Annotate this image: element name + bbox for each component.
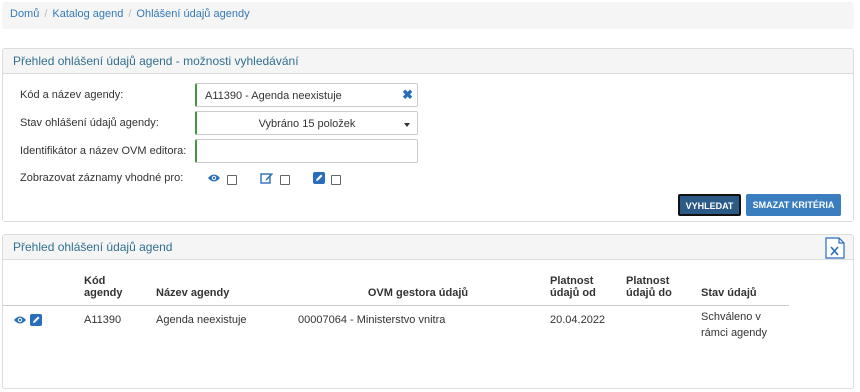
breadcrumb-current: Ohlášení údajů agendy [136, 8, 250, 20]
row-actions [3, 304, 78, 349]
search-panel: Přehled ohlášení údajů agend - možnosti … [2, 48, 854, 222]
ovm-row: Identifikátor a název OVM editora: [3, 139, 853, 163]
cell-ovm: 00007064 - Ministerstvo vnitra [292, 304, 544, 349]
col-state-header[interactable]: Stav údajů [695, 265, 789, 305]
write-checkbox[interactable] [331, 174, 342, 185]
edit-icon [260, 172, 274, 187]
table-row[interactable]: A11390 Agenda neexistuje 00007064 - Mini… [3, 304, 789, 349]
breadcrumb-separator: / [128, 8, 132, 20]
search-panel-title: Přehled ohlášení údajů agend - možnosti … [3, 49, 853, 74]
breadcrumb-catalog[interactable]: Katalog agend [52, 8, 123, 20]
ovm-input[interactable] [195, 139, 418, 163]
show-for-row: Zobrazovat záznamy vhodné pro: [3, 166, 853, 190]
ovm-label: Identifikátor a název OVM editora: [20, 145, 187, 157]
table-header-row: Kód agendy Název agendy OVM gestora údaj… [3, 265, 789, 305]
clear-criteria-button[interactable]: SMAZAT KRITÉRIA [746, 194, 841, 216]
breadcrumb-separator: / [44, 8, 48, 20]
edit-checkbox[interactable] [280, 174, 291, 185]
pencil-icon [313, 172, 326, 187]
agenda-input-value: A11390 - Agenda neexistuje [205, 90, 342, 102]
col-valid-to-header[interactable]: Platnost údajů do [620, 265, 695, 305]
results-panel: Přehled ohlášení údajů agend Kód agendy … [2, 234, 854, 389]
cell-name: Agenda neexistuje [150, 304, 292, 349]
state-select-value: Vybráno 15 položek [258, 118, 356, 130]
state-select[interactable]: Vybráno 15 položek [195, 111, 418, 135]
col-ovm-header[interactable]: OVM gestora údajů [292, 265, 544, 305]
results-panel-title: Přehled ohlášení údajů agend [3, 235, 853, 260]
show-for-options [207, 172, 361, 187]
excel-export-icon[interactable] [825, 237, 845, 262]
agenda-input[interactable]: A11390 - Agenda neexistuje ✖ [195, 83, 418, 107]
state-label: Stav ohlášení údajů agendy: [20, 117, 159, 129]
results-title-text: Přehled ohlášení údajů agend [13, 240, 173, 254]
eye-icon[interactable] [13, 314, 27, 326]
clear-icon[interactable]: ✖ [402, 87, 413, 103]
pencil-icon[interactable] [30, 313, 43, 326]
cell-code: A11390 [78, 304, 150, 349]
breadcrumb: Domů / Katalog agend / Ohlášení údajů agendy [2, 2, 854, 29]
search-button[interactable]: VYHLEDAT [678, 194, 741, 216]
state-row: Stav ohlášení údajů agendy: Vybráno 15 p… [3, 111, 853, 135]
results-table: Kód agendy Název agendy OVM gestora údaj… [3, 265, 789, 349]
col-name-header[interactable]: Název agendy [150, 265, 292, 305]
col-valid-from-header[interactable]: Platnost údajů od [544, 265, 620, 305]
caret-down-icon [404, 123, 410, 127]
show-for-label: Zobrazovat záznamy vhodné pro: [20, 172, 184, 184]
view-checkbox[interactable] [227, 174, 237, 185]
agenda-row: Kód a název agendy: A11390 - Agenda neex… [3, 83, 853, 107]
actions-header [3, 265, 78, 305]
breadcrumb-home[interactable]: Domů [10, 8, 39, 20]
cell-valid-to [620, 304, 695, 349]
cell-valid-from: 20.04.2022 [544, 304, 620, 349]
agenda-label: Kód a název agendy: [20, 89, 124, 101]
eye-icon [207, 173, 221, 186]
cell-state: Schváleno v rámci agendy [695, 304, 789, 349]
col-code-header[interactable]: Kód agendy [78, 265, 150, 305]
